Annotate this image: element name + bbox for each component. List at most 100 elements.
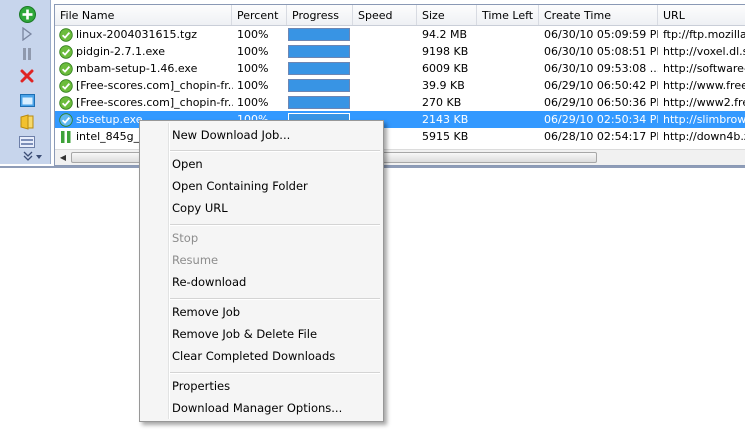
folder-icon[interactable]: [16, 112, 38, 132]
size-cell: 270 KB: [422, 96, 462, 109]
menu-separator: [170, 372, 380, 374]
paused-status-icon: [61, 131, 71, 143]
time-left-cell: [477, 60, 539, 77]
menu-separator: [170, 150, 380, 152]
create-time-cell: 06/30/10 05:08:51 PM: [544, 45, 658, 58]
file-name-cell: mbam-setup-1.46.exe: [76, 62, 198, 75]
create-time-cell: 06/29/10 06:50:36 PM: [544, 96, 658, 109]
url-cell: http://www2.free: [663, 96, 745, 109]
create-time-cell: 06/29/10 02:50:34 PM: [544, 113, 658, 126]
time-left-cell: [477, 43, 539, 60]
speed-cell: [353, 60, 417, 77]
size-cell: 9198 KB: [422, 45, 469, 58]
context-menu: New Download Job... Open Open Containing…: [139, 120, 384, 422]
progress-bar-fill: [289, 63, 349, 74]
percent-cell: 100%: [237, 45, 269, 58]
speed-cell: [353, 94, 417, 111]
table-row[interactable]: [Free-scores.com]_chopin-fr... 100% 39.9 K…: [55, 77, 745, 94]
column-header-progress[interactable]: Progress: [287, 5, 353, 25]
play-icon[interactable]: [16, 24, 38, 44]
menu-item-download-manager-options[interactable]: Download Manager Options...: [142, 398, 381, 418]
percent-cell: 100%: [237, 96, 269, 109]
speed-cell: [353, 26, 417, 43]
size-cell: 5915 KB: [422, 130, 469, 143]
progress-bar-fill: [289, 46, 349, 57]
menu-separator: [170, 298, 380, 300]
table-row[interactable]: pidgin-2.7.1.exe 100% 9198 KB 06/30/10 05:0…: [55, 43, 745, 60]
column-header-file-name[interactable]: File Name: [55, 5, 232, 25]
completed-check-icon: [59, 28, 73, 42]
size-cell: 2143 KB: [422, 113, 469, 126]
table-row[interactable]: mbam-setup-1.46.exe 100% 6009 KB 06/30/10 0…: [55, 60, 745, 77]
add-icon[interactable]: [16, 4, 38, 24]
menu-item-remove-job-delete-file[interactable]: Remove Job & Delete File: [142, 324, 381, 344]
progress-bar-fill: [289, 97, 349, 108]
progress-bar: [288, 79, 350, 92]
progress-bar-fill: [289, 29, 349, 40]
url-cell: http://slimbrows: [663, 113, 745, 126]
completed-check-icon: [59, 79, 73, 93]
completed-check-icon: [59, 45, 73, 59]
column-header-url[interactable]: URL: [658, 5, 745, 25]
progress-bar: [288, 28, 350, 41]
url-cell: http://down4b.zo: [663, 130, 745, 143]
speed-cell: [353, 43, 417, 60]
menu-item-clear-completed-downloads[interactable]: Clear Completed Downloads: [142, 346, 381, 366]
progress-bar: [288, 45, 350, 58]
expand-chevron-icon[interactable]: [20, 146, 46, 166]
completed-check-icon: [59, 113, 73, 127]
table-row[interactable]: [Free-scores.com]_chopin-fr... 100% 270 KB…: [55, 94, 745, 111]
column-header-time-left[interactable]: Time Left: [477, 5, 539, 25]
time-left-cell: [477, 128, 539, 145]
speed-cell: [353, 77, 417, 94]
window-icon[interactable]: [16, 90, 38, 110]
progress-bar-fill: [289, 80, 349, 91]
menu-item-stop[interactable]: Stop: [142, 228, 381, 248]
create-time-cell: 06/29/10 06:50:42 PM: [544, 79, 658, 92]
create-time-cell: 06/28/10 02:54:17 PM: [544, 130, 658, 143]
completed-check-icon: [59, 96, 73, 110]
url-cell: http://voxel.dl.so: [663, 45, 745, 58]
menu-item-copy-url[interactable]: Copy URL: [142, 198, 381, 218]
menu-item-properties[interactable]: Properties: [142, 376, 381, 396]
delete-icon[interactable]: [16, 66, 38, 86]
file-name-cell: [Free-scores.com]_chopin-fr...: [76, 96, 233, 109]
time-left-cell: [477, 26, 539, 43]
percent-cell: 100%: [237, 28, 269, 41]
time-left-cell: [477, 77, 539, 94]
menu-item-open-containing-folder[interactable]: Open Containing Folder: [142, 176, 381, 196]
file-name-cell: linux-2004031615.tgz: [76, 28, 198, 41]
column-header-row: File Name Percent Progress Speed Size Ti…: [55, 5, 745, 26]
size-cell: 6009 KB: [422, 62, 469, 75]
menu-item-open[interactable]: Open: [142, 154, 381, 174]
create-time-cell: 06/30/10 09:53:08 ...: [544, 62, 658, 75]
percent-cell: 100%: [237, 62, 269, 75]
menu-item-re-download[interactable]: Re-download: [142, 272, 381, 292]
column-header-size[interactable]: Size: [417, 5, 477, 25]
progress-bar: [288, 96, 350, 109]
menu-item-new-download-job[interactable]: New Download Job...: [142, 125, 381, 145]
column-header-create-time[interactable]: Create Time: [539, 5, 658, 25]
time-left-cell: [477, 111, 539, 128]
create-time-cell: 06/30/10 05:09:59 PM: [544, 28, 658, 41]
file-name-cell: pidgin-2.7.1.exe: [76, 45, 165, 58]
pause-icon[interactable]: [16, 44, 38, 64]
menu-item-resume[interactable]: Resume: [142, 250, 381, 270]
time-left-cell: [477, 94, 539, 111]
url-cell: http://software-f: [663, 62, 745, 75]
size-cell: 94.2 MB: [422, 28, 468, 41]
completed-check-icon: [59, 62, 73, 76]
url-cell: ftp://ftp.mozilla.o: [663, 28, 745, 41]
table-row[interactable]: linux-2004031615.tgz 100% 94.2 MB 06/30/10 …: [55, 26, 745, 43]
menu-item-remove-job[interactable]: Remove Job: [142, 302, 381, 322]
left-toolbar: [0, 0, 51, 164]
file-name-cell: [Free-scores.com]_chopin-fr...: [76, 79, 233, 92]
menu-separator: [170, 224, 380, 226]
column-header-percent[interactable]: Percent: [232, 5, 287, 25]
progress-bar: [288, 62, 350, 75]
size-cell: 39.9 KB: [422, 79, 465, 92]
scroll-left-arrow-icon[interactable]: ◀: [55, 150, 71, 165]
column-header-speed[interactable]: Speed: [353, 5, 417, 25]
percent-cell: 100%: [237, 79, 269, 92]
url-cell: http://www.free-: [663, 79, 745, 92]
